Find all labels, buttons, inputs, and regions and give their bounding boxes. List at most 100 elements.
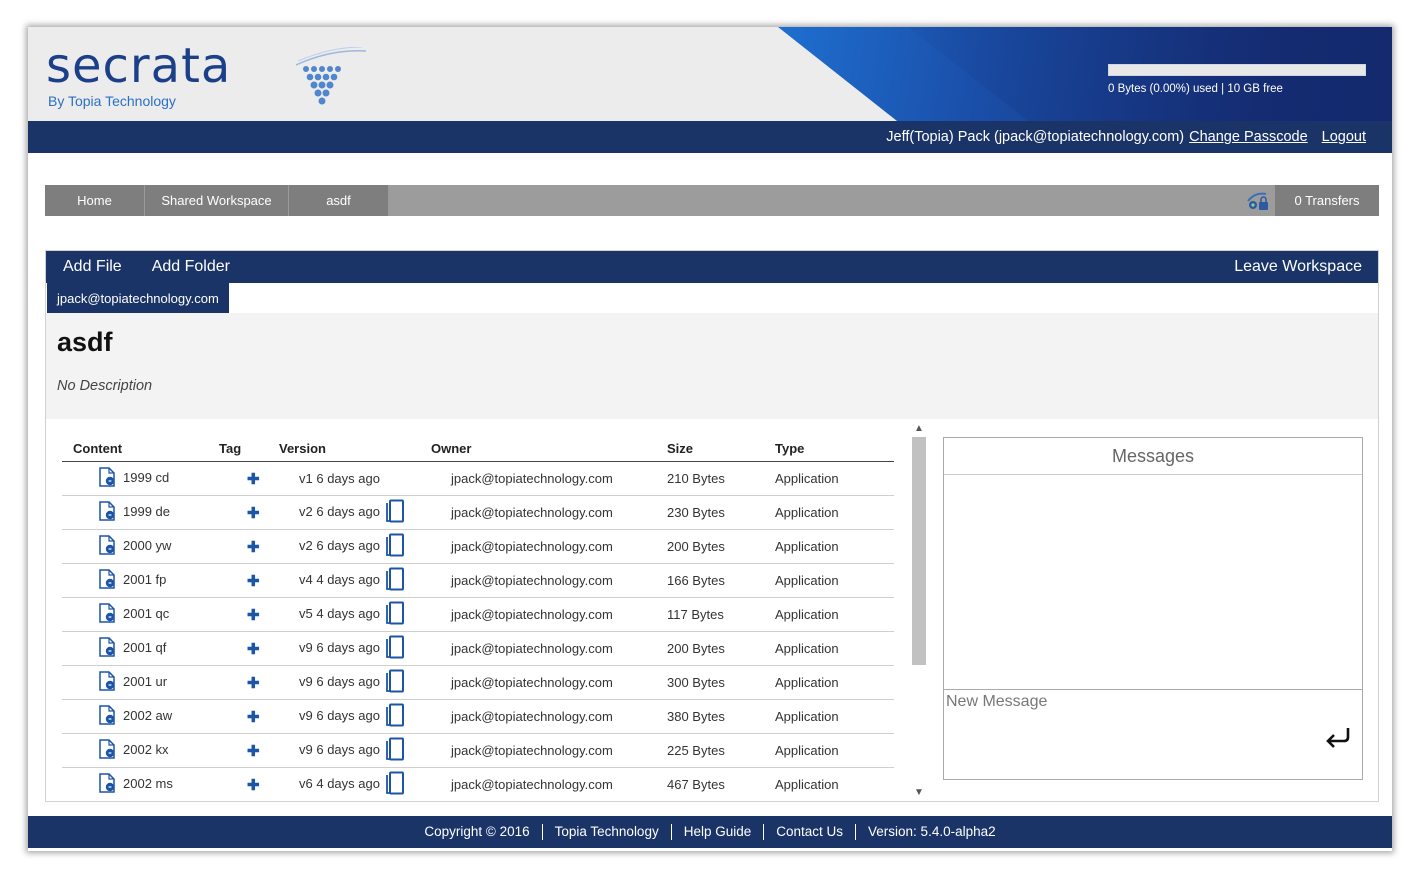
file-icon [98,637,116,660]
table-row[interactable]: 1999 de ✚ v2 6 days ago jpack@topiatechnolo… [62,495,894,530]
version-history-icon[interactable] [384,499,406,526]
cell-type: Application [775,563,894,598]
breadcrumb: Home Shared Workspace asdf 0 Transfers [45,185,1379,216]
col-version-header[interactable]: Version [279,439,431,462]
cell-size: 200 Bytes [667,631,775,666]
add-tag-icon[interactable]: ✚ [247,471,260,488]
version-history-icon[interactable] [384,635,406,662]
col-tag-header[interactable]: Tag [219,439,279,462]
cell-version: v9 6 days ago [279,631,431,666]
cell-type: Application [775,733,894,768]
footer-contact-link[interactable]: Contact Us [764,824,857,840]
version-history-icon[interactable] [384,533,406,560]
cell-content[interactable]: 1999 cd [62,461,219,496]
add-tag-icon[interactable]: ✚ [247,675,260,692]
col-content-header[interactable]: Content [62,439,219,462]
send-message-icon[interactable] [1324,725,1352,749]
table-row[interactable]: 2001 qf ✚ v9 6 days ago jpack@topiatechnolo… [62,631,894,666]
add-tag-icon[interactable]: ✚ [247,607,260,624]
file-name[interactable]: 2001 qf [123,640,166,655]
table-row[interactable]: 2000 yw ✚ v2 6 days ago jpack@topiatechnolo… [62,529,894,564]
file-name[interactable]: 1999 de [123,504,170,519]
cell-type: Application [775,767,894,801]
file-name[interactable]: 2000 yw [123,538,171,553]
file-name[interactable]: 2001 ur [123,674,167,689]
scroll-track[interactable] [912,437,926,787]
table-row[interactable]: 2002 aw ✚ v9 6 days ago jpack@topiatechnolo… [62,699,894,734]
file-icon [98,671,116,694]
footer-company-link[interactable]: Topia Technology [543,824,672,840]
cell-owner: jpack@topiatechnology.com [431,495,667,530]
version-time: 6 days ago [316,707,380,723]
file-name[interactable]: 2001 fp [123,572,166,587]
file-name[interactable]: 2002 ms [123,776,173,791]
workspace-description: No Description [57,378,153,394]
col-owner-header[interactable]: Owner [431,439,667,462]
logout-link[interactable]: Logout [1322,129,1366,145]
version-number: v2 [299,537,313,553]
version-number: v1 [299,471,313,486]
leave-workspace-button[interactable]: Leave Workspace [1234,258,1362,276]
version-history-icon[interactable] [384,703,406,730]
version-time: 4 days ago [316,571,380,587]
workspace-info: asdf No Description [46,313,1378,419]
file-name[interactable]: 2001 qc [123,606,169,621]
cell-content[interactable]: 2001 ur [62,665,219,700]
breadcrumb-home[interactable]: Home [45,185,145,216]
version-number: v9 [299,707,313,723]
col-size-header[interactable]: Size [667,439,775,462]
cell-content[interactable]: 2000 yw [62,529,219,564]
table-row[interactable]: 1999 cd ✚ v1 6 days ago jpack@topiatechnolo… [62,461,894,496]
secure-transfer-icon[interactable] [1241,185,1275,216]
add-tag-icon[interactable]: ✚ [247,505,260,522]
transfers-button[interactable]: 0 Transfers [1275,185,1379,216]
table-header-row: Content Tag Version Owner Size Type [62,439,894,462]
table-row[interactable]: 2002 ms ✚ v6 4 days ago jpack@topiatechnolo… [62,767,894,801]
footer-version: Version: 5.4.0-alpha2 [868,824,996,839]
workspace-toolbar: Add File Add Folder Leave Workspace [46,251,1378,283]
footer-help-link[interactable]: Help Guide [672,824,765,840]
scroll-down-icon[interactable]: ▼ [913,787,925,799]
cell-size: 225 Bytes [667,733,775,768]
version-history-icon[interactable] [384,771,406,798]
cell-tag: ✚ [219,597,279,632]
table-row[interactable]: 2001 qc ✚ v5 4 days ago jpack@topiatechnolo… [62,597,894,632]
file-icon [98,535,116,558]
new-message-input[interactable]: New Message [944,689,1362,779]
col-type-header[interactable]: Type [775,439,894,462]
file-name[interactable]: 2002 kx [123,742,169,757]
breadcrumb-shared-workspace[interactable]: Shared Workspace [145,185,289,216]
file-name[interactable]: 1999 cd [123,470,169,485]
version-history-icon[interactable] [384,669,406,696]
scroll-thumb[interactable] [912,437,926,665]
add-folder-button[interactable]: Add Folder [152,258,230,276]
cell-content[interactable]: 2001 fp [62,563,219,598]
version-history-icon[interactable] [384,567,406,594]
add-tag-icon[interactable]: ✚ [247,777,260,794]
breadcrumb-current[interactable]: asdf [289,185,389,216]
add-tag-icon[interactable]: ✚ [247,709,260,726]
cell-size: 117 Bytes [667,597,775,632]
version-history-icon[interactable] [384,601,406,628]
add-tag-icon[interactable]: ✚ [247,641,260,658]
file-table: Content Tag Version Owner Size Type 1999… [62,439,894,801]
version-history-icon[interactable] [384,737,406,764]
add-file-button[interactable]: Add File [63,258,122,276]
file-list-scrollbar[interactable]: ▲ ▼ [911,421,927,801]
table-row[interactable]: 2001 ur ✚ v9 6 days ago jpack@topiatechnolo… [62,665,894,700]
cell-content[interactable]: 2002 aw [62,699,219,734]
file-name[interactable]: 2002 aw [123,708,172,723]
cell-content[interactable]: 2001 qc [62,597,219,632]
cell-content[interactable]: 2001 qf [62,631,219,666]
member-tab[interactable]: jpack@topiatechnology.com [47,283,229,313]
change-passcode-link[interactable]: Change Passcode [1189,129,1308,145]
add-tag-icon[interactable]: ✚ [247,573,260,590]
cell-content[interactable]: 2002 kx [62,733,219,768]
cell-content[interactable]: 2002 ms [62,767,219,801]
table-row[interactable]: 2001 fp ✚ v4 4 days ago jpack@topiatechnolo… [62,563,894,598]
cell-content[interactable]: 1999 de [62,495,219,530]
add-tag-icon[interactable]: ✚ [247,743,260,760]
table-row[interactable]: 2002 kx ✚ v9 6 days ago jpack@topiatechnolo… [62,733,894,768]
add-tag-icon[interactable]: ✚ [247,539,260,556]
scroll-up-icon[interactable]: ▲ [913,423,925,435]
